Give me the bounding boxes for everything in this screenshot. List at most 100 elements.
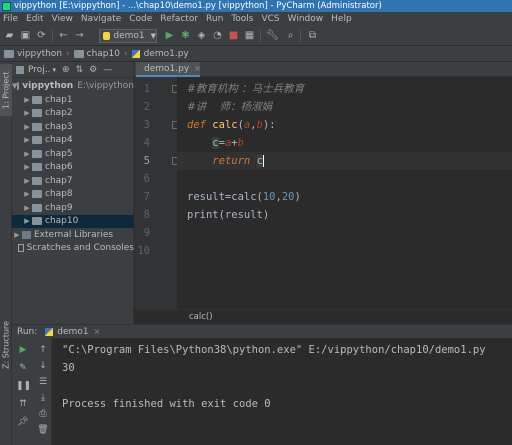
breadcrumb-file[interactable]: demo1.py (144, 49, 189, 59)
pause-icon[interactable]: ❚❚ (16, 380, 31, 392)
chevron-right-icon[interactable]: ▶ (22, 123, 32, 131)
breadcrumb-function[interactable]: calc() (189, 312, 213, 322)
folder-icon (32, 176, 42, 185)
close-icon[interactable]: × (194, 64, 201, 73)
save-icon[interactable]: ▣ (19, 29, 32, 42)
scroll-to-end-icon[interactable]: ⤓ (36, 392, 50, 404)
menu-tools[interactable]: Tools (231, 14, 253, 24)
menu-help[interactable]: Help (331, 14, 352, 24)
stop-icon[interactable]: ■ (227, 29, 240, 42)
tree-item-chap10[interactable]: ▶ chap10 (12, 214, 134, 228)
run-icon[interactable]: ▶ (163, 29, 176, 42)
run-console[interactable]: "C:\Program Files\Python38\python.exe" E… (52, 338, 512, 445)
rerun-icon[interactable]: ▶ (16, 344, 30, 356)
forward-arrow-icon[interactable]: → (73, 29, 86, 42)
gear-icon[interactable]: ⚙ (89, 65, 97, 75)
window-title: vippython [E:\vippython] - ...\chap10\de… (14, 1, 382, 11)
open-folder-icon[interactable]: ▰ (3, 29, 16, 42)
wrench-icon[interactable]: ✎ (16, 362, 30, 374)
layout-icon[interactable]: ▦ (243, 29, 256, 42)
minimize-icon[interactable]: — (103, 65, 112, 75)
chevron-right-icon[interactable]: ▶ (12, 231, 22, 239)
run-panel-header: Run: demo1 × (12, 324, 512, 338)
debug-icon[interactable]: ✱ (179, 29, 192, 42)
tree-item-chap7[interactable]: ▶ chap7 (12, 174, 134, 188)
line-number: 6 (143, 173, 150, 185)
tree-item-external-libraries[interactable]: ▶ External Libraries (12, 228, 134, 242)
menu-window[interactable]: Window (288, 14, 324, 24)
close-icon[interactable]: × (94, 327, 101, 336)
tree-item-chap8[interactable]: ▶ chap8 (12, 188, 134, 202)
menu-file[interactable]: File (3, 14, 18, 24)
arrow-up-icon[interactable]: ↑ (36, 344, 50, 356)
project-tool-tab[interactable]: 1: Project (0, 64, 12, 116)
arrow-down-icon[interactable]: ↓ (36, 360, 50, 372)
chevron-right-icon[interactable]: ▶ (22, 190, 32, 198)
search-icon[interactable]: ⌕ (284, 29, 297, 42)
profile-icon[interactable]: ◔ (211, 29, 224, 42)
tree-item-chap4[interactable]: ▶ chap4 (12, 134, 134, 148)
tree-item-chap6[interactable]: ▶ chap6 (12, 161, 134, 175)
navigation-bar: vippython › chap10 › demo1.py (0, 46, 512, 62)
breadcrumb-project[interactable]: vippython (17, 49, 62, 59)
tree-root-name: vippython (22, 80, 74, 91)
menu-run[interactable]: Run (206, 14, 223, 24)
tree-item-chap9[interactable]: ▶ chap9 (12, 201, 134, 215)
target-icon[interactable]: ⊕ (62, 65, 70, 75)
coverage-icon[interactable]: ◈ (195, 29, 208, 42)
tree-item-chap5[interactable]: ▶ chap5 (12, 147, 134, 161)
pin-icon[interactable]: 📌︎ (16, 416, 30, 428)
scroll-up-icon[interactable]: ⇈ (16, 398, 30, 410)
chevron-right-icon[interactable]: ▶ (22, 177, 32, 185)
sync-icon[interactable]: ⟳ (35, 29, 48, 42)
folder-icon (32, 203, 42, 212)
back-arrow-icon[interactable]: ← (57, 29, 70, 42)
menu-refactor[interactable]: Refactor (160, 14, 198, 24)
folder-icon (32, 136, 42, 145)
chevron-right-icon[interactable]: ▶ (22, 109, 32, 117)
menu-vcs[interactable]: VCS (261, 14, 279, 24)
pycharm-logo-icon (2, 2, 11, 11)
code-editor[interactable]: #教育机构 ：马士兵教育 #讲 师：杨淑娟 def calc(a,b): c=a… (177, 77, 512, 309)
comment: #讲 师：杨淑娟 (187, 101, 273, 113)
tree-item-scratches[interactable]: Scratches and Consoles (12, 242, 134, 256)
trash-icon[interactable]: 🗑︎ (36, 424, 50, 436)
chevron-right-icon[interactable]: ▶ (22, 204, 32, 212)
menu-edit[interactable]: Edit (26, 14, 43, 24)
menu-navigate[interactable]: Navigate (81, 14, 121, 24)
code-line-2: #讲 师：杨淑娟 (187, 98, 272, 116)
run-tab-demo1[interactable]: demo1 × (41, 327, 100, 337)
chevron-right-icon: › (123, 48, 128, 59)
tree-item-label: chap10 (45, 216, 79, 227)
collapse-icon[interactable]: ⇅ (76, 65, 84, 75)
breadcrumb-folder[interactable]: chap10 (87, 49, 120, 59)
structure-tool-tab[interactable]: Z: Structure (0, 314, 12, 376)
parameter: b (237, 137, 244, 149)
plugins-icon[interactable]: ⧉ (306, 29, 319, 42)
chevron-right-icon[interactable]: ▶ (22, 163, 32, 171)
chevron-right-icon[interactable]: ▶ (22, 96, 32, 104)
wrench-icon[interactable]: 🔧︎ (266, 29, 279, 42)
editor-tab-demo1[interactable]: demo1.py × (136, 62, 201, 77)
run-config-selector[interactable]: demo1 ▼ (99, 29, 157, 43)
chevron-right-icon[interactable]: ▶ (22, 150, 32, 158)
print-icon[interactable]: ⎙ (36, 408, 50, 420)
tree-item-chap1[interactable]: ▶ chap1 (12, 93, 134, 107)
folder-icon (32, 95, 42, 104)
tree-item-chap2[interactable]: ▶ chap2 (12, 107, 134, 121)
menu-view[interactable]: View (52, 14, 73, 24)
tree-item-chap3[interactable]: ▶ chap3 (12, 120, 134, 134)
chevron-right-icon[interactable]: ▶ (22, 217, 32, 225)
project-panel: Proj.. ▾ ⊕ ⇅ ⚙ — ▼ vippython E:\vippytho… (12, 62, 134, 324)
soft-wrap-icon[interactable]: ☰ (36, 376, 50, 388)
line-number: 7 (143, 191, 150, 203)
chevron-down-icon[interactable]: ▾ (53, 66, 57, 74)
project-panel-title[interactable]: Proj.. (28, 65, 51, 75)
tree-root[interactable]: ▼ vippython E:\vippython (12, 79, 134, 93)
menu-code[interactable]: Code (129, 14, 152, 24)
chevron-down-icon: ▼ (150, 32, 156, 40)
chevron-right-icon[interactable]: ▶ (22, 136, 32, 144)
code-line-4: c=a+b (212, 137, 244, 149)
code-text: result=calc( (187, 191, 263, 203)
folder-icon (32, 122, 42, 131)
